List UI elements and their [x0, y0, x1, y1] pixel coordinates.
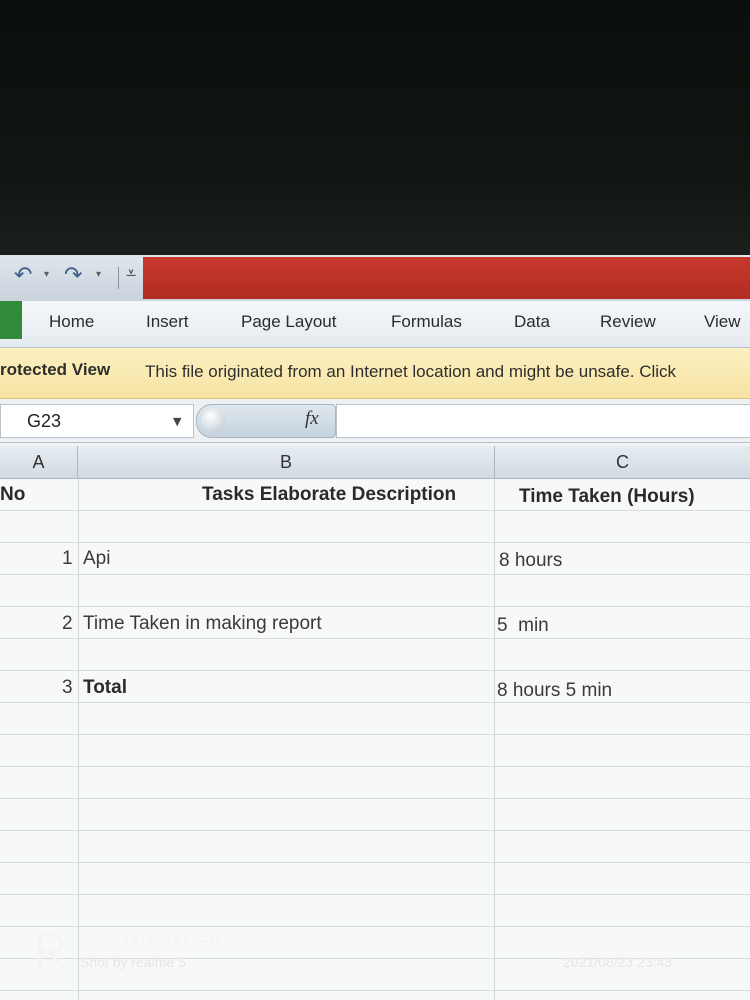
cell-a1[interactable]: No [0, 484, 25, 506]
redo-icon[interactable]: ↷ [64, 263, 82, 288]
tab-insert[interactable]: Insert [146, 312, 189, 332]
formula-input[interactable] [336, 404, 750, 438]
tab-data[interactable]: Data [514, 312, 550, 332]
tab-page-layout[interactable]: Page Layout [241, 312, 336, 332]
column-header-b[interactable]: B [78, 446, 495, 479]
cell-a-row2[interactable]: 2 [62, 613, 73, 635]
column-header-a[interactable]: A [0, 446, 78, 479]
quick-access-toolbar: ↶ ▾ ↷ ▾ ⩡ [0, 255, 750, 301]
formula-controls: fx [196, 404, 336, 438]
title-bar [143, 257, 750, 299]
protected-view-message: This file originated from an Internet lo… [145, 362, 677, 381]
excel-window: ↶ ▾ ↷ ▾ ⩡ Home Insert Page Layout Formul… [0, 255, 750, 1000]
cell-b-row3[interactable]: Total [83, 677, 127, 699]
redo-dropdown-icon[interactable]: ▾ [96, 269, 101, 280]
protected-view-title: rotected View [0, 360, 111, 379]
cell-b-row2[interactable]: Time Taken in making report [83, 613, 322, 635]
camera-watermark-subtitle: Shot by realme 5 [80, 954, 186, 970]
cell-a-row3[interactable]: 3 [62, 677, 73, 699]
camera-watermark-title: AI QUAD CAMERA [80, 932, 235, 951]
undo-icon[interactable]: ↶ [14, 263, 32, 288]
file-tab[interactable] [0, 301, 22, 339]
gridline-col-b [494, 479, 495, 1000]
ribbon-tabs: Home Insert Page Layout Formulas Data Re… [0, 301, 750, 348]
tab-formulas[interactable]: Formulas [391, 312, 462, 332]
tab-review[interactable]: Review [600, 312, 656, 332]
cell-b1[interactable]: Tasks Elaborate Description [202, 484, 456, 506]
cell-c-row1[interactable]: 8 hours [499, 550, 562, 572]
cell-a-row1[interactable]: 1 [62, 548, 73, 570]
insert-function-icon[interactable]: fx [305, 408, 319, 430]
realme-logo-icon [38, 932, 64, 970]
formula-bar: G23 ▼ fx [0, 400, 750, 443]
cell-c-row2[interactable]: 5 min [497, 615, 549, 637]
camera-watermark-datetime: 2021/08/23 23:43 [563, 954, 672, 970]
background-above-monitor [0, 0, 750, 255]
worksheet-grid[interactable] [0, 479, 750, 1000]
tab-home[interactable]: Home [49, 312, 94, 332]
column-header-c[interactable]: C [495, 446, 750, 479]
protected-view-bar: rotected View This file originated from … [0, 348, 750, 399]
cell-b-row1[interactable]: Api [83, 548, 110, 570]
cell-c1[interactable]: Time Taken (Hours) [519, 486, 695, 508]
qat-separator [118, 267, 119, 289]
gridline-col-a [78, 479, 79, 1000]
undo-dropdown-icon[interactable]: ▾ [44, 269, 49, 280]
name-box-value: G23 [27, 411, 62, 431]
tab-view[interactable]: View [704, 312, 741, 332]
name-box-dropdown-icon[interactable]: ▼ [173, 415, 181, 428]
formula-bar-resize-handle[interactable] [201, 408, 225, 432]
customize-qat-icon[interactable]: ⩡ [126, 263, 136, 284]
cell-c-row3[interactable]: 8 hours 5 min [497, 680, 612, 702]
name-box[interactable]: G23 ▼ [0, 404, 194, 438]
